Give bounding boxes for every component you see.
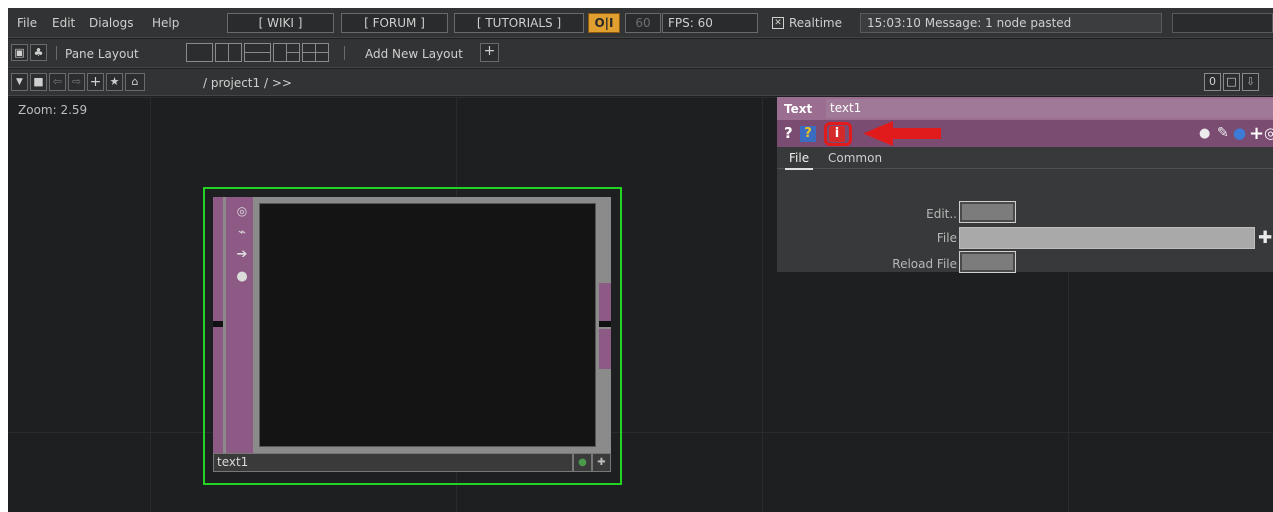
parameter-tabs: File Common bbox=[777, 147, 1273, 170]
divider bbox=[344, 46, 345, 60]
back-arrow-icon[interactable]: ⇦ bbox=[49, 73, 66, 91]
stop-icon[interactable]: ■ bbox=[30, 73, 47, 91]
pane-layout-label: Pane Layout bbox=[65, 47, 139, 61]
star-icon[interactable]: ★ bbox=[106, 73, 123, 91]
edit-pulse-button[interactable] bbox=[959, 201, 1016, 223]
operator-name-field[interactable]: text1 bbox=[826, 99, 1273, 118]
tutorials-button[interactable]: [ TUTORIALS ] bbox=[454, 13, 584, 33]
layout-split-horizontal-button[interactable] bbox=[244, 43, 271, 62]
perform-mode-toggle[interactable]: O|I bbox=[588, 13, 620, 33]
touchdesigner-window: File Edit Dialogs Help [ WIKI ] [ FORUM … bbox=[8, 8, 1273, 512]
zoom-level: Zoom: 2.59 bbox=[18, 103, 88, 117]
python-help-icon[interactable]: ? bbox=[800, 126, 816, 142]
node-output-strip-bottom bbox=[599, 329, 611, 369]
layout-split-vertical-button[interactable] bbox=[215, 43, 242, 62]
maximize-pane-icon[interactable]: □ bbox=[1223, 73, 1240, 91]
pane-number-button[interactable]: 0 bbox=[1204, 73, 1221, 91]
parameter-toolbar: ? ? i ● ✎ ● + ◎ bbox=[777, 120, 1273, 147]
target-icon[interactable]: ◎ bbox=[1264, 120, 1273, 147]
output-connector[interactable] bbox=[599, 321, 611, 327]
network-path[interactable]: / project1 / >> bbox=[203, 76, 292, 90]
node-name-label[interactable]: text1 bbox=[213, 453, 573, 472]
realtime-label: Realtime bbox=[789, 16, 842, 30]
node-output-strip-top bbox=[599, 283, 611, 321]
fps-target[interactable]: 60 bbox=[625, 13, 661, 33]
message-extra-field bbox=[1172, 13, 1273, 33]
edit-pencil-icon[interactable]: ✎ bbox=[1217, 120, 1229, 147]
file-browse-icon[interactable]: ✚ bbox=[1258, 227, 1272, 249]
menu-edit[interactable]: Edit bbox=[52, 16, 75, 30]
menu-file[interactable]: File bbox=[17, 16, 37, 30]
lock-flag-icon[interactable]: ● bbox=[229, 267, 255, 287]
reload-file-pulse-button[interactable] bbox=[959, 251, 1016, 273]
path-bar: ▼ ■ ⇦ ⇨ + ★ ⌂ / project1 / >> 0 □ ⇩ bbox=[8, 69, 1273, 96]
network-view-icon[interactable]: ▣ bbox=[11, 44, 28, 61]
cook-flag-icon[interactable]: ◎ bbox=[229, 201, 255, 221]
wiki-button[interactable]: [ WIKI ] bbox=[227, 13, 334, 33]
download-arrow-icon[interactable]: ⇩ bbox=[1242, 73, 1259, 91]
plus-icon[interactable]: + bbox=[1249, 120, 1264, 147]
help-icon[interactable]: ? bbox=[784, 120, 793, 147]
parameter-header: Text text1 bbox=[777, 97, 1273, 120]
pane-layout-bar: ▣ ♣ Pane Layout Add New Layout + bbox=[8, 39, 1273, 68]
divider bbox=[56, 46, 57, 60]
param-label-file: File bbox=[936, 231, 957, 245]
add-new-layout-label: Add New Layout bbox=[365, 47, 463, 61]
info-icon[interactable]: i bbox=[829, 126, 845, 142]
node-add-icon[interactable]: ✚ bbox=[592, 453, 611, 472]
menu-help[interactable]: Help bbox=[152, 16, 179, 30]
forum-button[interactable]: [ FORUM ] bbox=[341, 13, 448, 33]
tab-file[interactable]: File bbox=[784, 151, 814, 170]
menu-bar: File Edit Dialogs Help [ WIKI ] [ FORUM … bbox=[8, 8, 1273, 38]
param-label-reload: Reload File bbox=[892, 257, 957, 271]
bypass-flag-icon[interactable]: ⌁ bbox=[229, 223, 255, 243]
chevron-down-icon[interactable]: ▼ bbox=[11, 73, 28, 91]
layout-four-pane-button[interactable] bbox=[302, 43, 329, 62]
menu-dialogs[interactable]: Dialogs bbox=[89, 16, 133, 30]
red-arrow-annotation bbox=[863, 121, 941, 146]
add-layout-button[interactable]: + bbox=[480, 43, 499, 62]
panel-view-icon[interactable]: ♣ bbox=[30, 44, 47, 61]
parameter-dialog: Text text1 ? ? i ● ✎ ● + ◎ File Common E… bbox=[777, 97, 1273, 273]
operator-type: Text bbox=[784, 102, 813, 116]
node-viewer[interactable] bbox=[259, 203, 596, 447]
viewer-active-icon[interactable]: ● bbox=[573, 453, 592, 472]
comment-icon[interactable]: ● bbox=[1199, 120, 1210, 147]
node-input-strip-top bbox=[213, 197, 223, 321]
fps-readout: FPS: 60 bbox=[662, 13, 758, 33]
param-label-edit: Edit.. bbox=[926, 207, 957, 221]
message-bar: 15:03:10 Message: 1 node pasted bbox=[860, 13, 1162, 33]
forward-arrow-icon[interactable]: ⇨ bbox=[68, 73, 85, 91]
layout-three-pane-button[interactable] bbox=[273, 43, 300, 62]
layout-single-button[interactable] bbox=[186, 43, 213, 62]
realtime-checkbox[interactable]: ✕ bbox=[772, 17, 784, 29]
export-flag-icon[interactable]: ➔ bbox=[229, 245, 255, 265]
node-input-strip-bottom bbox=[213, 327, 223, 453]
home-icon[interactable]: ⌂ bbox=[125, 73, 145, 91]
add-icon[interactable]: + bbox=[87, 73, 104, 91]
python-icon[interactable]: ● bbox=[1233, 120, 1246, 147]
tab-common[interactable]: Common bbox=[828, 151, 882, 165]
file-path-field[interactable] bbox=[959, 227, 1255, 249]
